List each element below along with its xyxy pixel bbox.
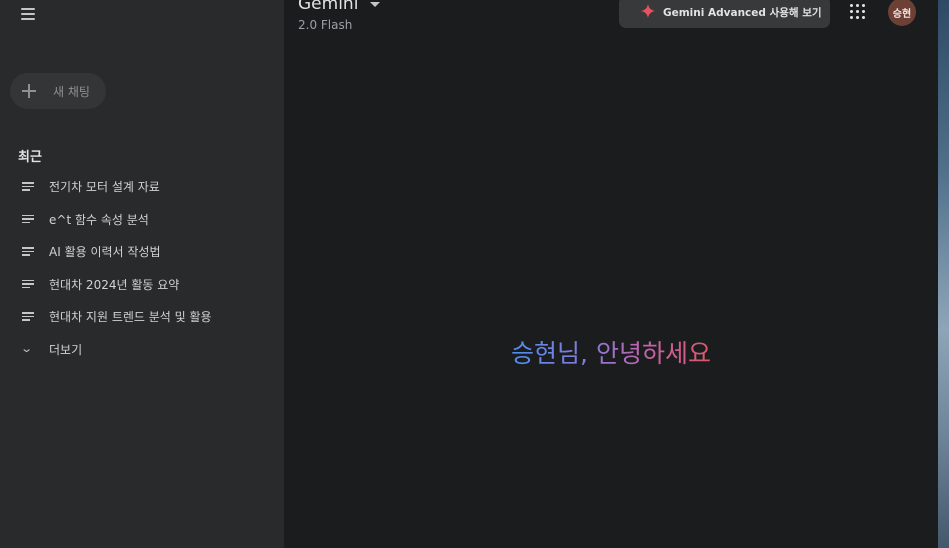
hamburger-menu-icon[interactable] <box>18 4 40 24</box>
show-more-button[interactable]: ⌄ 더보기 <box>0 333 284 365</box>
model-name: 2.0 Flash <box>298 18 353 32</box>
new-chat-label: 새 채팅 <box>53 85 90 99</box>
avatar[interactable]: 승현 <box>888 0 916 26</box>
recent-heading: 최근 <box>18 150 42 165</box>
chat-lines-icon <box>22 247 34 256</box>
chevron-down-icon: ⌄ <box>20 341 34 355</box>
recent-item-title: 전기차 모터 설계 자료 <box>49 180 160 194</box>
chat-lines-icon <box>22 279 34 289</box>
gemini-spark-icon <box>641 4 655 18</box>
chat-lines-icon <box>22 312 34 321</box>
try-advanced-label: Gemini Advanced 사용해 보기 <box>663 7 822 19</box>
recent-item-title: AI 활용 이력서 작성법 <box>49 245 161 259</box>
greeting-text: 승현님, 안녕하세요 <box>511 339 711 368</box>
model-dropdown-caret-icon[interactable] <box>370 2 380 7</box>
main-panel: Gemini 2.0 Flash Gemini Advanced 사용해 보기 … <box>284 0 938 548</box>
recent-item-title: 현대차 2024년 활동 요약 <box>49 277 180 292</box>
show-more-label: 더보기 <box>49 342 83 357</box>
recent-item[interactable]: 전기차 모터 설계 자료 <box>0 170 284 203</box>
new-chat-button[interactable]: 새 채팅 <box>10 73 106 109</box>
chat-lines-icon <box>22 182 34 191</box>
sidebar: 새 채팅 최근 전기차 모터 설계 자료 e^t 함수 속성 분석 AI 활용 … <box>0 0 284 548</box>
recent-item-title: 현대차 지원 트렌드 분석 및 활용 <box>49 310 212 324</box>
try-advanced-button[interactable]: Gemini Advanced 사용해 보기 <box>619 0 830 28</box>
plus-icon <box>21 83 37 99</box>
app-title[interactable]: Gemini <box>298 0 358 14</box>
desktop-background-strip <box>938 0 949 548</box>
apps-grid-icon[interactable] <box>850 4 866 20</box>
chat-lines-icon <box>22 214 34 224</box>
recent-item[interactable]: e^t 함수 속성 분석 <box>0 203 284 236</box>
recent-item[interactable]: 현대차 지원 트렌드 분석 및 활용 <box>0 300 284 333</box>
recent-item-title: e^t 함수 속성 분석 <box>49 212 149 227</box>
recent-item[interactable]: AI 활용 이력서 작성법 <box>0 235 284 268</box>
recent-item[interactable]: 현대차 2024년 활동 요약 <box>0 268 284 301</box>
recent-list: 전기차 모터 설계 자료 e^t 함수 속성 분석 AI 활용 이력서 작성법 … <box>0 170 284 365</box>
greeting: 승현님, 안녕하세요 <box>284 334 938 370</box>
